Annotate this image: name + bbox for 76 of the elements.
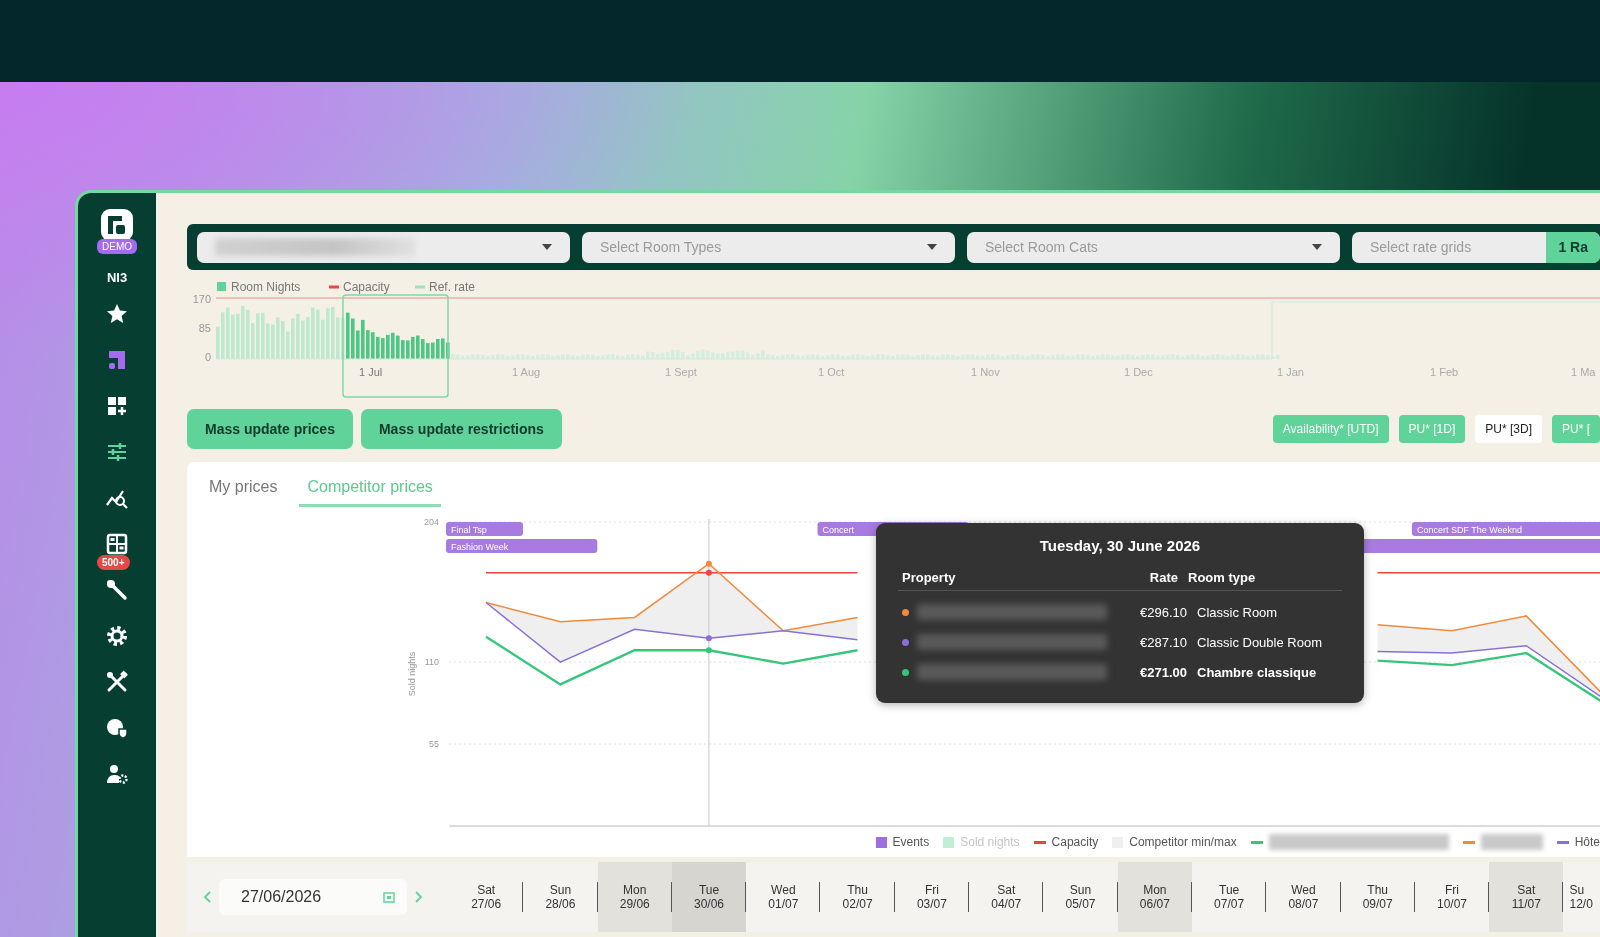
globe-shield-icon[interactable] bbox=[105, 716, 129, 740]
legend-item[interactable]: Capacity bbox=[1033, 835, 1099, 849]
date-field[interactable]: 27/06/2026 bbox=[219, 879, 407, 915]
property-select[interactable] bbox=[197, 231, 570, 263]
mass-update-button[interactable]: Mass update prices bbox=[187, 409, 353, 449]
day-column[interactable]: Tue 07/07 bbox=[1191, 862, 1267, 932]
caret-icon bbox=[1312, 244, 1322, 250]
day-column[interactable]: Thu 02/07 bbox=[820, 862, 895, 932]
month-label: 1 Nov bbox=[971, 366, 1000, 378]
axis-tick-label: 204 bbox=[423, 517, 439, 527]
rate-grid-button[interactable]: 1 Ra bbox=[1546, 231, 1600, 263]
day-column[interactable]: Sun 28/06 bbox=[523, 862, 598, 932]
tooltip-title: Tuesday, 30 June 2026 bbox=[1038, 537, 1202, 554]
day-column[interactable]: Fri 10/07 bbox=[1414, 862, 1490, 932]
column-header: Property bbox=[902, 570, 957, 585]
month-label: 1 Oct bbox=[818, 366, 845, 378]
caret-icon bbox=[542, 244, 552, 250]
grid-plus-icon[interactable] bbox=[105, 394, 129, 418]
month-label: 1 Jan bbox=[1277, 366, 1304, 378]
select-field[interactable]: Select rate grids 1 Ra bbox=[1352, 231, 1600, 263]
axis-title: Sold nights bbox=[407, 651, 417, 697]
room-type: Classic Double Room bbox=[1197, 634, 1323, 650]
legend-item[interactable]: Room Nights bbox=[217, 280, 301, 294]
crossed-tools-icon[interactable] bbox=[105, 670, 129, 694]
sliders-icon[interactable] bbox=[105, 440, 129, 464]
room-type: Classic Room bbox=[1197, 604, 1279, 620]
axis-tick-label: 55 bbox=[429, 739, 439, 750]
legend-item[interactable]: Hôte bbox=[1556, 835, 1600, 849]
day-column[interactable]: Tue 30/06 bbox=[671, 862, 747, 932]
room-type: Chambre classique bbox=[1197, 664, 1318, 680]
data-point bbox=[705, 635, 712, 642]
legend-item[interactable]: Events bbox=[875, 835, 930, 849]
month-label: 1 Ma bbox=[1571, 366, 1596, 378]
day-column[interactable]: Sat 11/07 bbox=[1489, 862, 1564, 932]
wrench-icon[interactable] bbox=[105, 578, 129, 602]
legend-item[interactable]: Capacity bbox=[329, 280, 390, 294]
user-gear-icon[interactable] bbox=[105, 762, 129, 786]
star-icon[interactable] bbox=[105, 302, 129, 326]
data-point bbox=[705, 560, 712, 567]
axis-tick-label: 170 bbox=[192, 293, 211, 305]
day-column[interactable]: Sun 05/07 bbox=[1043, 862, 1118, 932]
month-label: 1 Sept bbox=[665, 366, 697, 378]
gear-icon[interactable] bbox=[105, 624, 129, 648]
day-column[interactable]: Sat 04/07 bbox=[969, 862, 1044, 932]
data-point bbox=[705, 647, 712, 654]
rate-value: €296.10 bbox=[1139, 604, 1187, 620]
count-badge: 500+ bbox=[97, 555, 130, 570]
mass-update-button[interactable]: Mass update restrictions bbox=[360, 409, 562, 449]
column-header: Room type bbox=[1188, 570, 1257, 585]
axis-tick-label: 110 bbox=[424, 657, 439, 668]
day-column[interactable]: Sat 27/06 bbox=[449, 862, 524, 932]
rate-value: €271.00 bbox=[1139, 664, 1187, 680]
month-label: 1 Aug bbox=[512, 366, 541, 378]
caret-icon bbox=[927, 244, 937, 250]
legend-item[interactable]: Ref. rate bbox=[415, 280, 476, 294]
property-code: NI3 bbox=[106, 270, 128, 285]
data-point bbox=[705, 569, 712, 576]
column-header: Rate bbox=[1148, 570, 1178, 585]
indicator-toggle[interactable]: PU* [3D] bbox=[1475, 415, 1542, 443]
demo-badge: DEMO bbox=[97, 239, 137, 254]
day-column[interactable]: Mon 29/06 bbox=[597, 862, 672, 932]
axis-tick-label: 85 bbox=[198, 322, 211, 334]
table-icon[interactable] bbox=[105, 532, 129, 556]
day-column[interactable]: Thu 09/07 bbox=[1340, 862, 1415, 932]
legend-item[interactable]: Competitor min/max bbox=[1112, 835, 1237, 849]
day-column[interactable]: Fri 03/07 bbox=[894, 862, 970, 932]
tab[interactable]: My prices bbox=[203, 470, 284, 507]
day-column[interactable]: Su 12/0 bbox=[1563, 862, 1600, 932]
rate-value: €287.10 bbox=[1139, 634, 1187, 650]
day-column[interactable]: Mon 06/07 bbox=[1117, 862, 1192, 932]
day-column[interactable]: Wed 01/07 bbox=[746, 862, 821, 932]
day-column[interactable]: Wed 08/07 bbox=[1266, 862, 1341, 932]
axis-tick-label: 0 bbox=[204, 351, 211, 363]
month-label: 1 Dec bbox=[1124, 366, 1153, 378]
month-label: 1 Jul bbox=[359, 366, 383, 378]
month-label: 1 Feb bbox=[1430, 366, 1459, 378]
